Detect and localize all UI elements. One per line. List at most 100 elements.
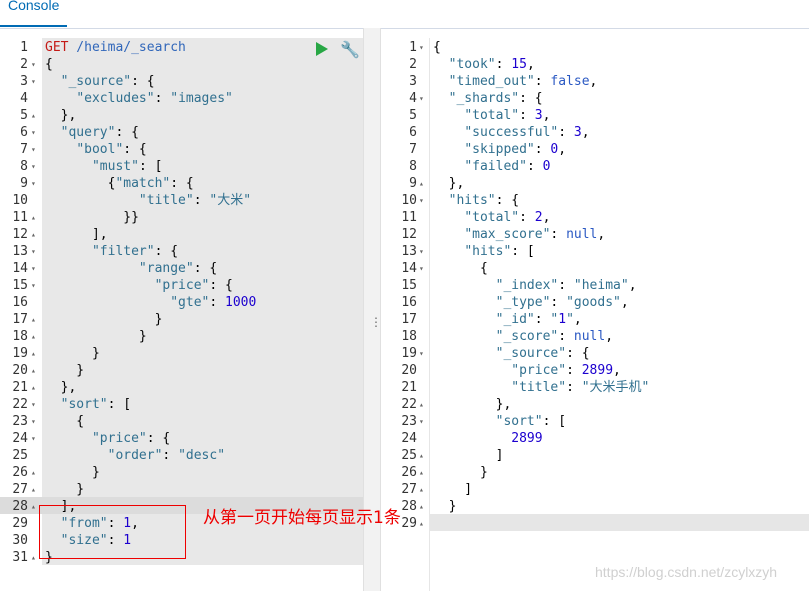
code-line[interactable]: 8 ▾ "must": [ — [0, 158, 363, 175]
code-text[interactable]: "price": 2899, — [433, 362, 621, 379]
code-line[interactable]: 21 ▴ }, — [0, 379, 363, 396]
code-line[interactable]: 26 ▴ } — [0, 464, 363, 481]
code-line[interactable]: 24 2899 — [381, 430, 809, 447]
code-text[interactable]: }, — [433, 396, 512, 413]
code-text[interactable]: { — [45, 56, 53, 73]
code-line[interactable]: 1 ▾ { — [381, 39, 809, 56]
fold-open-icon[interactable]: ▾ — [31, 277, 36, 294]
code-text[interactable]: { — [433, 260, 488, 277]
code-line[interactable]: 9 ▴ }, — [381, 175, 809, 192]
fold-open-icon[interactable]: ▾ — [31, 413, 36, 430]
code-text[interactable]: ] — [433, 447, 504, 464]
code-text[interactable]: "total": 3, — [433, 107, 550, 124]
code-line[interactable]: 1 GET /heima/_search — [0, 39, 363, 56]
code-line[interactable]: 14 ▾ "range": { — [0, 260, 363, 277]
code-line[interactable]: 19 ▾ "_source": { — [381, 345, 809, 362]
code-text[interactable]: "excludes": "images" — [45, 90, 233, 107]
code-text[interactable]: "bool": { — [45, 141, 146, 158]
fold-open-icon[interactable]: ▾ — [419, 260, 424, 277]
code-text[interactable]: } — [433, 464, 488, 481]
fold-close-icon[interactable]: ▴ — [31, 481, 36, 498]
fold-open-icon[interactable]: ▾ — [31, 243, 36, 260]
wrench-icon[interactable]: 🔧 — [340, 40, 360, 59]
code-line[interactable]: 15 ▾ "price": { — [0, 277, 363, 294]
code-text[interactable]: }, — [433, 175, 465, 192]
code-text[interactable]: { — [45, 413, 84, 430]
fold-close-icon[interactable]: ▴ — [31, 549, 36, 566]
fold-close-icon[interactable]: ▴ — [31, 379, 36, 396]
code-line[interactable]: 15 "_index": "heima", — [381, 277, 809, 294]
fold-open-icon[interactable]: ▾ — [419, 345, 424, 362]
fold-open-icon[interactable]: ▾ — [31, 56, 36, 73]
code-text[interactable]: "hits": [ — [433, 243, 534, 260]
code-text[interactable]: "max_score": null, — [433, 226, 605, 243]
code-line[interactable]: 25 ▴ ] — [381, 447, 809, 464]
code-text[interactable]: "price": { — [45, 430, 170, 447]
code-text[interactable]: "order": "desc" — [45, 447, 225, 464]
code-line[interactable]: 2 ▾ { — [0, 56, 363, 73]
fold-close-icon[interactable]: ▴ — [31, 311, 36, 328]
response-editor[interactable]: 1 ▾{2 "took": 15, 3 "timed_out": false, 4 ▾ … — [381, 38, 809, 591]
fold-open-icon[interactable]: ▾ — [31, 158, 36, 175]
code-text[interactable]: } — [45, 481, 84, 498]
code-line[interactable]: 24 ▾ "price": { — [0, 430, 363, 447]
fold-close-icon[interactable]: ▴ — [31, 328, 36, 345]
code-text[interactable]: "_source": { — [45, 73, 155, 90]
code-text[interactable]: "_shards": { — [433, 90, 543, 107]
code-text[interactable]: "_score": null, — [433, 328, 613, 345]
code-line[interactable]: 27 ▴ } — [0, 481, 363, 498]
code-line[interactable]: 17 ▴ } — [0, 311, 363, 328]
code-text[interactable]: "_type": "goods", — [433, 294, 629, 311]
code-line[interactable]: 23 ▾ "sort": [ — [381, 413, 809, 430]
code-line[interactable]: 3 ▾ "_source": { — [0, 73, 363, 90]
code-line[interactable]: 2 "took": 15, — [381, 56, 809, 73]
fold-open-icon[interactable]: ▾ — [419, 413, 424, 430]
code-line[interactable]: 25 "order": "desc" — [0, 447, 363, 464]
code-line[interactable]: 12 ▴ ], — [0, 226, 363, 243]
code-text[interactable]: ], — [45, 226, 108, 243]
code-text[interactable]: } — [45, 328, 147, 345]
code-line[interactable]: 4 ▾ "_shards": { — [381, 90, 809, 107]
code-text[interactable]: "title": "大米" — [45, 192, 251, 209]
code-line[interactable]: 5 ▴ }, — [0, 107, 363, 124]
code-line[interactable]: 19 ▴ } — [0, 345, 363, 362]
code-line[interactable]: 14 ▾ { — [381, 260, 809, 277]
code-line[interactable]: 7 "skipped": 0, — [381, 141, 809, 158]
code-text[interactable]: }, — [45, 379, 77, 396]
fold-close-icon[interactable]: ▴ — [419, 396, 424, 413]
fold-open-icon[interactable]: ▾ — [31, 430, 36, 447]
fold-close-icon[interactable]: ▴ — [31, 464, 36, 481]
fold-close-icon[interactable]: ▴ — [419, 481, 424, 498]
code-line[interactable]: 20 ▴ } — [0, 362, 363, 379]
code-text[interactable]: "took": 15, — [433, 56, 535, 73]
code-text[interactable]: "_id": "1", — [433, 311, 582, 328]
fold-close-icon[interactable]: ▴ — [31, 209, 36, 226]
code-text[interactable]: } — [45, 311, 163, 328]
code-line[interactable]: 13 ▾ "hits": [ — [381, 243, 809, 260]
fold-close-icon[interactable]: ▴ — [419, 175, 424, 192]
code-text[interactable]: { — [433, 39, 441, 56]
tab-console[interactable]: Console — [0, 0, 68, 27]
code-text[interactable]: "total": 2, — [433, 209, 550, 226]
code-line[interactable]: 8 "failed": 0 — [381, 158, 809, 175]
code-text[interactable]: "_source": { — [433, 345, 590, 362]
code-line[interactable]: 23 ▾ { — [0, 413, 363, 430]
code-line[interactable]: 20 "price": 2899, — [381, 362, 809, 379]
code-line[interactable]: 18 "_score": null, — [381, 328, 809, 345]
fold-open-icon[interactable]: ▾ — [419, 243, 424, 260]
code-text[interactable]: "price": { — [45, 277, 233, 294]
code-line[interactable]: 10 "title": "大米" — [0, 192, 363, 209]
code-text[interactable]: }} — [45, 209, 139, 226]
fold-close-icon[interactable]: ▴ — [31, 498, 36, 515]
fold-close-icon[interactable]: ▴ — [419, 515, 424, 532]
fold-close-icon[interactable]: ▴ — [31, 345, 36, 362]
code-line[interactable]: 6 ▾ "query": { — [0, 124, 363, 141]
code-text[interactable]: "must": [ — [45, 158, 162, 175]
code-text[interactable]: "sort": [ — [433, 413, 566, 430]
fold-open-icon[interactable]: ▾ — [31, 124, 36, 141]
fold-close-icon[interactable]: ▴ — [31, 362, 36, 379]
code-text[interactable]: "query": { — [45, 124, 139, 141]
code-line[interactable]: 12 "max_score": null, — [381, 226, 809, 243]
code-line[interactable]: 9 ▾ {"match": { — [0, 175, 363, 192]
fold-open-icon[interactable]: ▾ — [31, 73, 36, 90]
